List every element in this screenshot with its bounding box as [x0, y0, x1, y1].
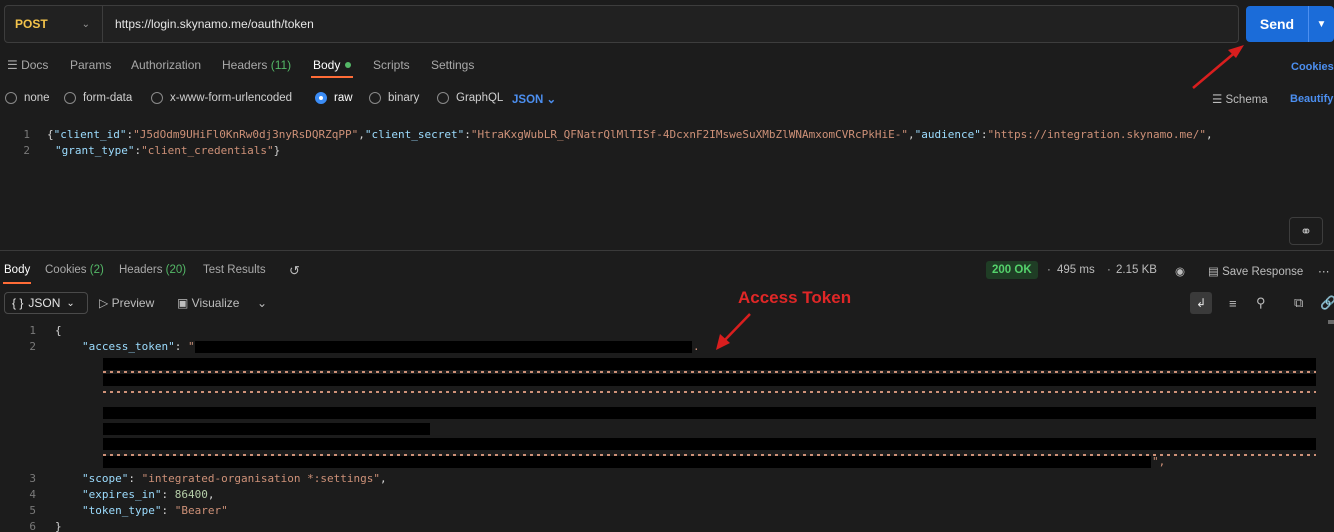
arrow-icon — [716, 313, 751, 350]
arrow-icon — [1192, 45, 1244, 89]
annotation-label: Access Token — [738, 288, 852, 307]
annotation-overlay — [716, 45, 1244, 350]
